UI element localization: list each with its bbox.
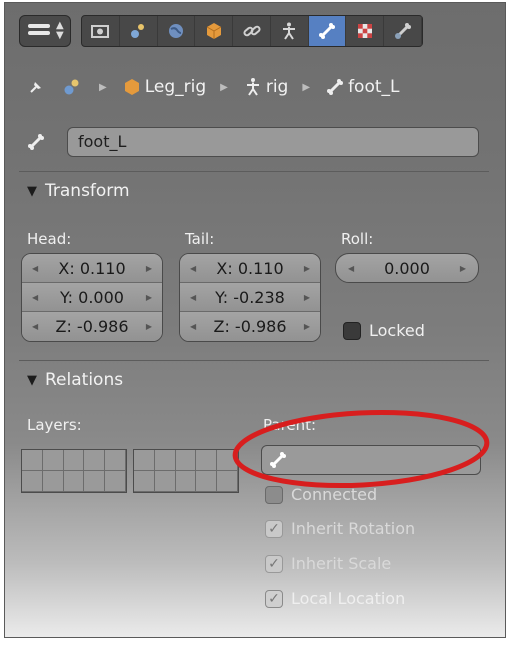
local-location-label: Local Location: [291, 589, 406, 608]
decrement-arrow-icon[interactable]: ◀: [190, 264, 196, 273]
decrement-arrow-icon[interactable]: ◀: [190, 293, 196, 302]
breadcrumb-separator-icon: ▶: [302, 81, 311, 93]
tab-render[interactable]: [82, 16, 120, 46]
breadcrumb: ▶ Leg_rig ▶ rig ▶ foot_L: [25, 73, 400, 101]
roll-field[interactable]: ◀ 0.000 ▶: [335, 253, 479, 283]
increment-arrow-icon[interactable]: ▶: [304, 264, 310, 273]
object-icon: [206, 23, 221, 39]
increment-arrow-icon[interactable]: ▶: [460, 264, 466, 273]
scene-crumb-icon: [61, 76, 85, 98]
bone-name-row: foot_L: [25, 127, 479, 157]
bone-icon: [327, 79, 344, 95]
decrement-arrow-icon[interactable]: ◀: [32, 264, 38, 273]
inherit-scale-label: Inherit Scale: [291, 554, 392, 573]
collapse-triangle-icon: ▼: [27, 372, 37, 388]
increment-arrow-icon[interactable]: ▶: [146, 293, 152, 302]
inherit-rotation-checkbox[interactable]: ✓ Inherit Rotation: [265, 519, 415, 538]
relations-title: Relations: [45, 370, 124, 390]
tab-scene[interactable]: [120, 16, 158, 46]
increment-arrow-icon[interactable]: ▶: [146, 322, 152, 331]
breadcrumb-bone: foot_L: [324, 76, 400, 98]
decrement-arrow-icon[interactable]: ◀: [32, 322, 38, 331]
decrement-arrow-icon[interactable]: ◀: [32, 293, 38, 302]
checkmark-icon: ✓: [265, 589, 283, 608]
inherit-scale-checkbox[interactable]: ✓ Inherit Scale: [265, 554, 391, 573]
tail-y-field[interactable]: ◀ Y: -0.238 ▶: [180, 283, 320, 312]
transform-header[interactable]: ▼ Transform: [27, 181, 130, 201]
editor-type-icon: [28, 24, 50, 40]
object-icon: [124, 79, 139, 95]
relations-header[interactable]: ▼ Relations: [27, 370, 123, 390]
locked-checkbox[interactable]: Locked: [343, 321, 425, 340]
tail-z-value: Z: -0.986: [213, 317, 287, 336]
render-icon: [91, 25, 110, 38]
breadcrumb-armature-label: rig: [265, 77, 289, 97]
tail-x-value: X: 0.110: [216, 258, 284, 278]
head-y-field[interactable]: ◀ Y: 0.000 ▶: [22, 283, 162, 312]
layers-label: Layers:: [27, 416, 82, 434]
divider: [19, 171, 489, 172]
tab-object[interactable]: [195, 16, 234, 46]
bone-icon: [319, 23, 336, 39]
breadcrumb-separator-icon: ▶: [220, 81, 228, 93]
bone-constraint-icon: [394, 23, 411, 39]
editor-type-button[interactable]: ▲ ▼: [19, 15, 71, 47]
constraints-icon: [242, 25, 261, 37]
pin-icon[interactable]: [25, 76, 49, 98]
decrement-arrow-icon[interactable]: ◀: [190, 322, 196, 331]
armature-icon: [246, 78, 259, 96]
transform-title: Transform: [45, 181, 130, 201]
inherit-rotation-label: Inherit Rotation: [291, 519, 416, 538]
breadcrumb-object-label: Leg_rig: [144, 77, 207, 97]
roll-label: Roll:: [341, 230, 374, 248]
armature-icon: [283, 22, 296, 40]
tab-armature[interactable]: [271, 16, 309, 46]
roll-value: 0.000: [384, 258, 430, 278]
breadcrumb-bone-label: foot_L: [348, 77, 400, 97]
head-x-value: X: 0.110: [58, 258, 126, 278]
checkbox-icon: [343, 321, 361, 340]
material-icon: [357, 24, 372, 38]
checkmark-icon: ✓: [265, 519, 283, 538]
head-vector: ◀ X: 0.110 ▶ ◀ Y: 0.000 ▶ ◀ Z: -0.986 ▶: [21, 253, 163, 342]
checkmark-icon: ✓: [265, 554, 283, 573]
tail-y-value: Y: -0.238: [215, 287, 285, 307]
world-icon: [168, 24, 183, 38]
context-tabs: [81, 15, 423, 47]
layers-grid-left[interactable]: [21, 449, 127, 493]
tab-bone[interactable]: [308, 16, 347, 46]
increment-arrow-icon[interactable]: ▶: [146, 264, 152, 273]
head-y-value: Y: 0.000: [60, 287, 124, 307]
increment-arrow-icon[interactable]: ▶: [304, 322, 310, 331]
head-z-field[interactable]: ◀ Z: -0.986 ▶: [22, 312, 162, 341]
layers-grid-right[interactable]: [133, 449, 239, 493]
head-z-value: Z: -0.986: [55, 317, 129, 336]
head-label: Head:: [27, 230, 72, 248]
decrement-arrow-icon[interactable]: ◀: [348, 264, 354, 273]
tail-vector: ◀ X: 0.110 ▶ ◀ Y: -0.238 ▶ ◀ Z: -0.986 ▶: [179, 253, 321, 342]
bone-icon: [28, 134, 44, 150]
tab-material[interactable]: [346, 16, 385, 46]
locked-label: Locked: [369, 321, 425, 340]
highlight-ring: [232, 409, 490, 489]
breadcrumb-armature: rig: [242, 76, 289, 98]
increment-arrow-icon[interactable]: ▶: [304, 293, 310, 302]
updown-arrows-icon: ▲ ▼: [56, 20, 64, 41]
scene-icon: [131, 24, 145, 38]
tail-label: Tail:: [185, 230, 215, 248]
tab-world[interactable]: [158, 16, 196, 46]
bone-properties-panel: ▲ ▼ ▶ Leg_rig ▶ rig ▶ foot_L foot_L ▼ Tr…: [4, 2, 506, 638]
bone-name-field[interactable]: foot_L: [67, 127, 479, 157]
breadcrumb-object: Leg_rig: [121, 76, 206, 98]
tab-bone-constraints[interactable]: [384, 16, 423, 46]
local-location-checkbox[interactable]: ✓ Local Location: [265, 589, 405, 608]
tail-x-field[interactable]: ◀ X: 0.110 ▶: [180, 254, 320, 283]
breadcrumb-separator-icon: ▶: [99, 81, 107, 93]
tab-constraints[interactable]: [233, 16, 271, 46]
collapse-triangle-icon: ▼: [27, 183, 37, 199]
head-x-field[interactable]: ◀ X: 0.110 ▶: [22, 254, 162, 283]
divider: [19, 360, 489, 361]
tail-z-field[interactable]: ◀ Z: -0.986 ▶: [180, 312, 320, 341]
